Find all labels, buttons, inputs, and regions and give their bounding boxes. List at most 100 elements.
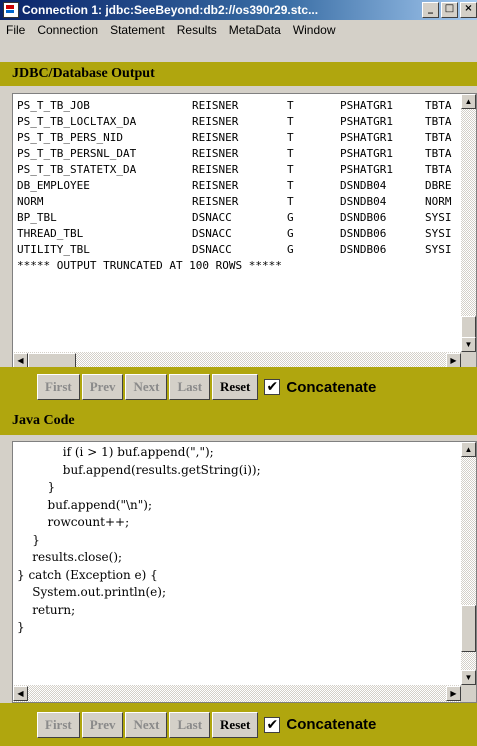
table-cell: REISNER [192, 195, 239, 208]
table-cell: G [287, 243, 294, 256]
next-button[interactable]: Next [125, 711, 168, 738]
last-button[interactable]: Last [169, 711, 211, 738]
table-cell: REISNER [192, 163, 239, 176]
table-row: PS_T_TB_PERSNL_DAT REISNER T PSHATGR1 TBTA [17, 146, 460, 162]
scroll-left-icon[interactable]: ◀ [13, 353, 28, 368]
next-button[interactable]: Next [125, 374, 168, 400]
table-cell: TBTA [425, 163, 452, 176]
concatenate-checkbox[interactable]: ✔ [264, 716, 281, 733]
scroll-thumb[interactable] [461, 316, 476, 339]
java-code-heading: Java Code [0, 407, 477, 435]
prev-button[interactable]: Prev [81, 711, 124, 738]
table-cell: NORM [425, 195, 452, 208]
table-cell: PS_T_TB_JOB [17, 99, 90, 112]
menu-statement[interactable]: Statement [104, 23, 171, 37]
table-cell: THREAD_TBL [17, 227, 84, 240]
table-cell: PSHATGR1 [340, 115, 393, 128]
table-row: PS_T_TB_JOB REISNER T PSHATGR1 TBTA [17, 98, 460, 114]
maximize-button[interactable]: □ [441, 2, 458, 18]
code-line: } [17, 532, 40, 547]
jdbc-output-heading: JDBC/Database Output [0, 62, 477, 86]
table-cell: DSNDB04 [340, 195, 387, 208]
code-line: } [17, 620, 25, 634]
menu-metadata[interactable]: MetaData [223, 23, 287, 37]
table-cell: REISNER [192, 99, 239, 112]
java-code-panel[interactable]: if (i > 1) buf.append(","); buf.append(r… [12, 441, 477, 703]
concatenate-toggle[interactable]: ✔ Concatenate [264, 716, 376, 733]
minimize-button[interactable]: _ [422, 2, 439, 18]
table-cell: DSNACC [192, 211, 232, 224]
scroll-up-icon[interactable]: ▲ [461, 442, 476, 457]
title-bar[interactable]: Connection 1: jdbc:SeeBeyond:db2://os390… [0, 0, 477, 20]
table-cell: T [287, 163, 294, 176]
reset-button[interactable]: Reset [212, 711, 259, 738]
scroll-down-icon[interactable]: ▼ [461, 337, 476, 352]
code-line: results.close(); [17, 550, 123, 564]
first-button[interactable]: First [37, 374, 80, 400]
table-cell: T [287, 99, 294, 112]
table-cell: PSHATGR1 [340, 131, 393, 144]
code-line: System.out.println(e); [17, 585, 167, 599]
code-scroll-thumb[interactable] [461, 605, 476, 652]
code-horizontal-scrollbar[interactable]: ◀ ▶ [13, 685, 461, 702]
table-cell: BP_TBL [17, 211, 57, 224]
table-row: UTILITY_TBL DSNACC G DSNDB06 SYSI [17, 242, 460, 258]
prev-button[interactable]: Prev [81, 374, 124, 400]
table-cell: PS_T_TB_PERS_NID [17, 131, 123, 144]
concatenate-label: Concatenate [286, 378, 377, 396]
table-row: PS_T_TB_PERS_NID REISNER T PSHATGR1 TBTA [17, 130, 460, 146]
table-cell: UTILITY_TBL [17, 243, 90, 256]
table-cell: DB_EMPLOYEE [17, 179, 90, 192]
table-cell: G [287, 227, 294, 240]
app-window: Connection 1: jdbc:SeeBeyond:db2://os390… [0, 0, 477, 746]
table-row: PS_T_TB_STATETX_DA REISNER T PSHATGR1 TBTA [17, 162, 460, 178]
java-code-text[interactable]: if (i > 1) buf.append(","); buf.append(r… [17, 444, 460, 684]
vertical-scrollbar[interactable]: ▲ ▼ [461, 94, 476, 352]
table-cell: DSNDB06 [340, 227, 387, 240]
scroll-down-icon[interactable]: ▼ [461, 670, 476, 685]
scroll-up-icon[interactable]: ▲ [461, 94, 476, 109]
app-icon[interactable] [3, 2, 19, 18]
table-cell: TBTA [425, 131, 452, 144]
table-cell: TBTA [425, 99, 452, 112]
menu-results[interactable]: Results [171, 23, 223, 37]
table-row: DB_EMPLOYEE REISNER T DSNDB04 DBRE [17, 178, 460, 194]
concatenate-toggle[interactable]: ✔ Concatenate [264, 379, 376, 396]
table-row: THREAD_TBL DSNACC G DSNDB06 SYSI [17, 226, 460, 242]
reset-button[interactable]: Reset [212, 374, 259, 400]
hscroll-thumb[interactable] [28, 353, 76, 368]
code-line: if (i > 1) buf.append(","); [17, 445, 214, 459]
code-line: } catch (Exception e) { [17, 567, 158, 582]
table-cell: DSNDB04 [340, 179, 387, 192]
code-vertical-scrollbar[interactable]: ▲ ▼ [461, 442, 476, 685]
code-line: return; [17, 602, 76, 617]
table-cell: REISNER [192, 179, 239, 192]
scroll-left-icon[interactable]: ◀ [13, 686, 28, 701]
menu-file[interactable]: File [0, 23, 31, 37]
scroll-right-icon[interactable]: ▶ [446, 353, 461, 368]
code-line: } [17, 480, 56, 494]
concatenate-checkbox[interactable]: ✔ [264, 379, 281, 395]
menu-connection[interactable]: Connection [31, 23, 104, 37]
code-line: buf.append("\n"); [17, 497, 152, 512]
first-button[interactable]: First [37, 711, 80, 738]
table-cell: PSHATGR1 [340, 147, 393, 160]
close-button[interactable]: × [460, 2, 477, 18]
concatenate-label: Concatenate [286, 716, 377, 733]
menu-window[interactable]: Window [287, 23, 342, 37]
table-cell: T [287, 115, 294, 128]
checkmark-icon: ✔ [266, 379, 279, 395]
table-cell: PS_T_TB_STATETX_DA [17, 163, 137, 176]
table-cell: TBTA [425, 115, 452, 128]
scroll-corner [461, 685, 476, 702]
scroll-right-icon[interactable]: ▶ [446, 686, 461, 701]
table-cell: PS_T_TB_PERSNL_DAT [17, 147, 137, 160]
code-nav-bar: First Prev Next Last Reset ✔ Concatenate [0, 703, 477, 746]
jdbc-output-panel[interactable]: PS_T_TB_JOB REISNER T PSHATGR1 TBTA PS_T_TB_L… [12, 93, 477, 370]
code-line: rowcount++; [17, 515, 130, 529]
last-button[interactable]: Last [169, 374, 211, 400]
jdbc-output-text[interactable]: PS_T_TB_JOB REISNER T PSHATGR1 TBTA PS_T_TB_L… [17, 98, 460, 351]
table-cell: REISNER [192, 147, 239, 160]
window-title: Connection 1: jdbc:SeeBeyond:db2://os390… [22, 3, 319, 17]
table-cell: G [287, 211, 294, 224]
